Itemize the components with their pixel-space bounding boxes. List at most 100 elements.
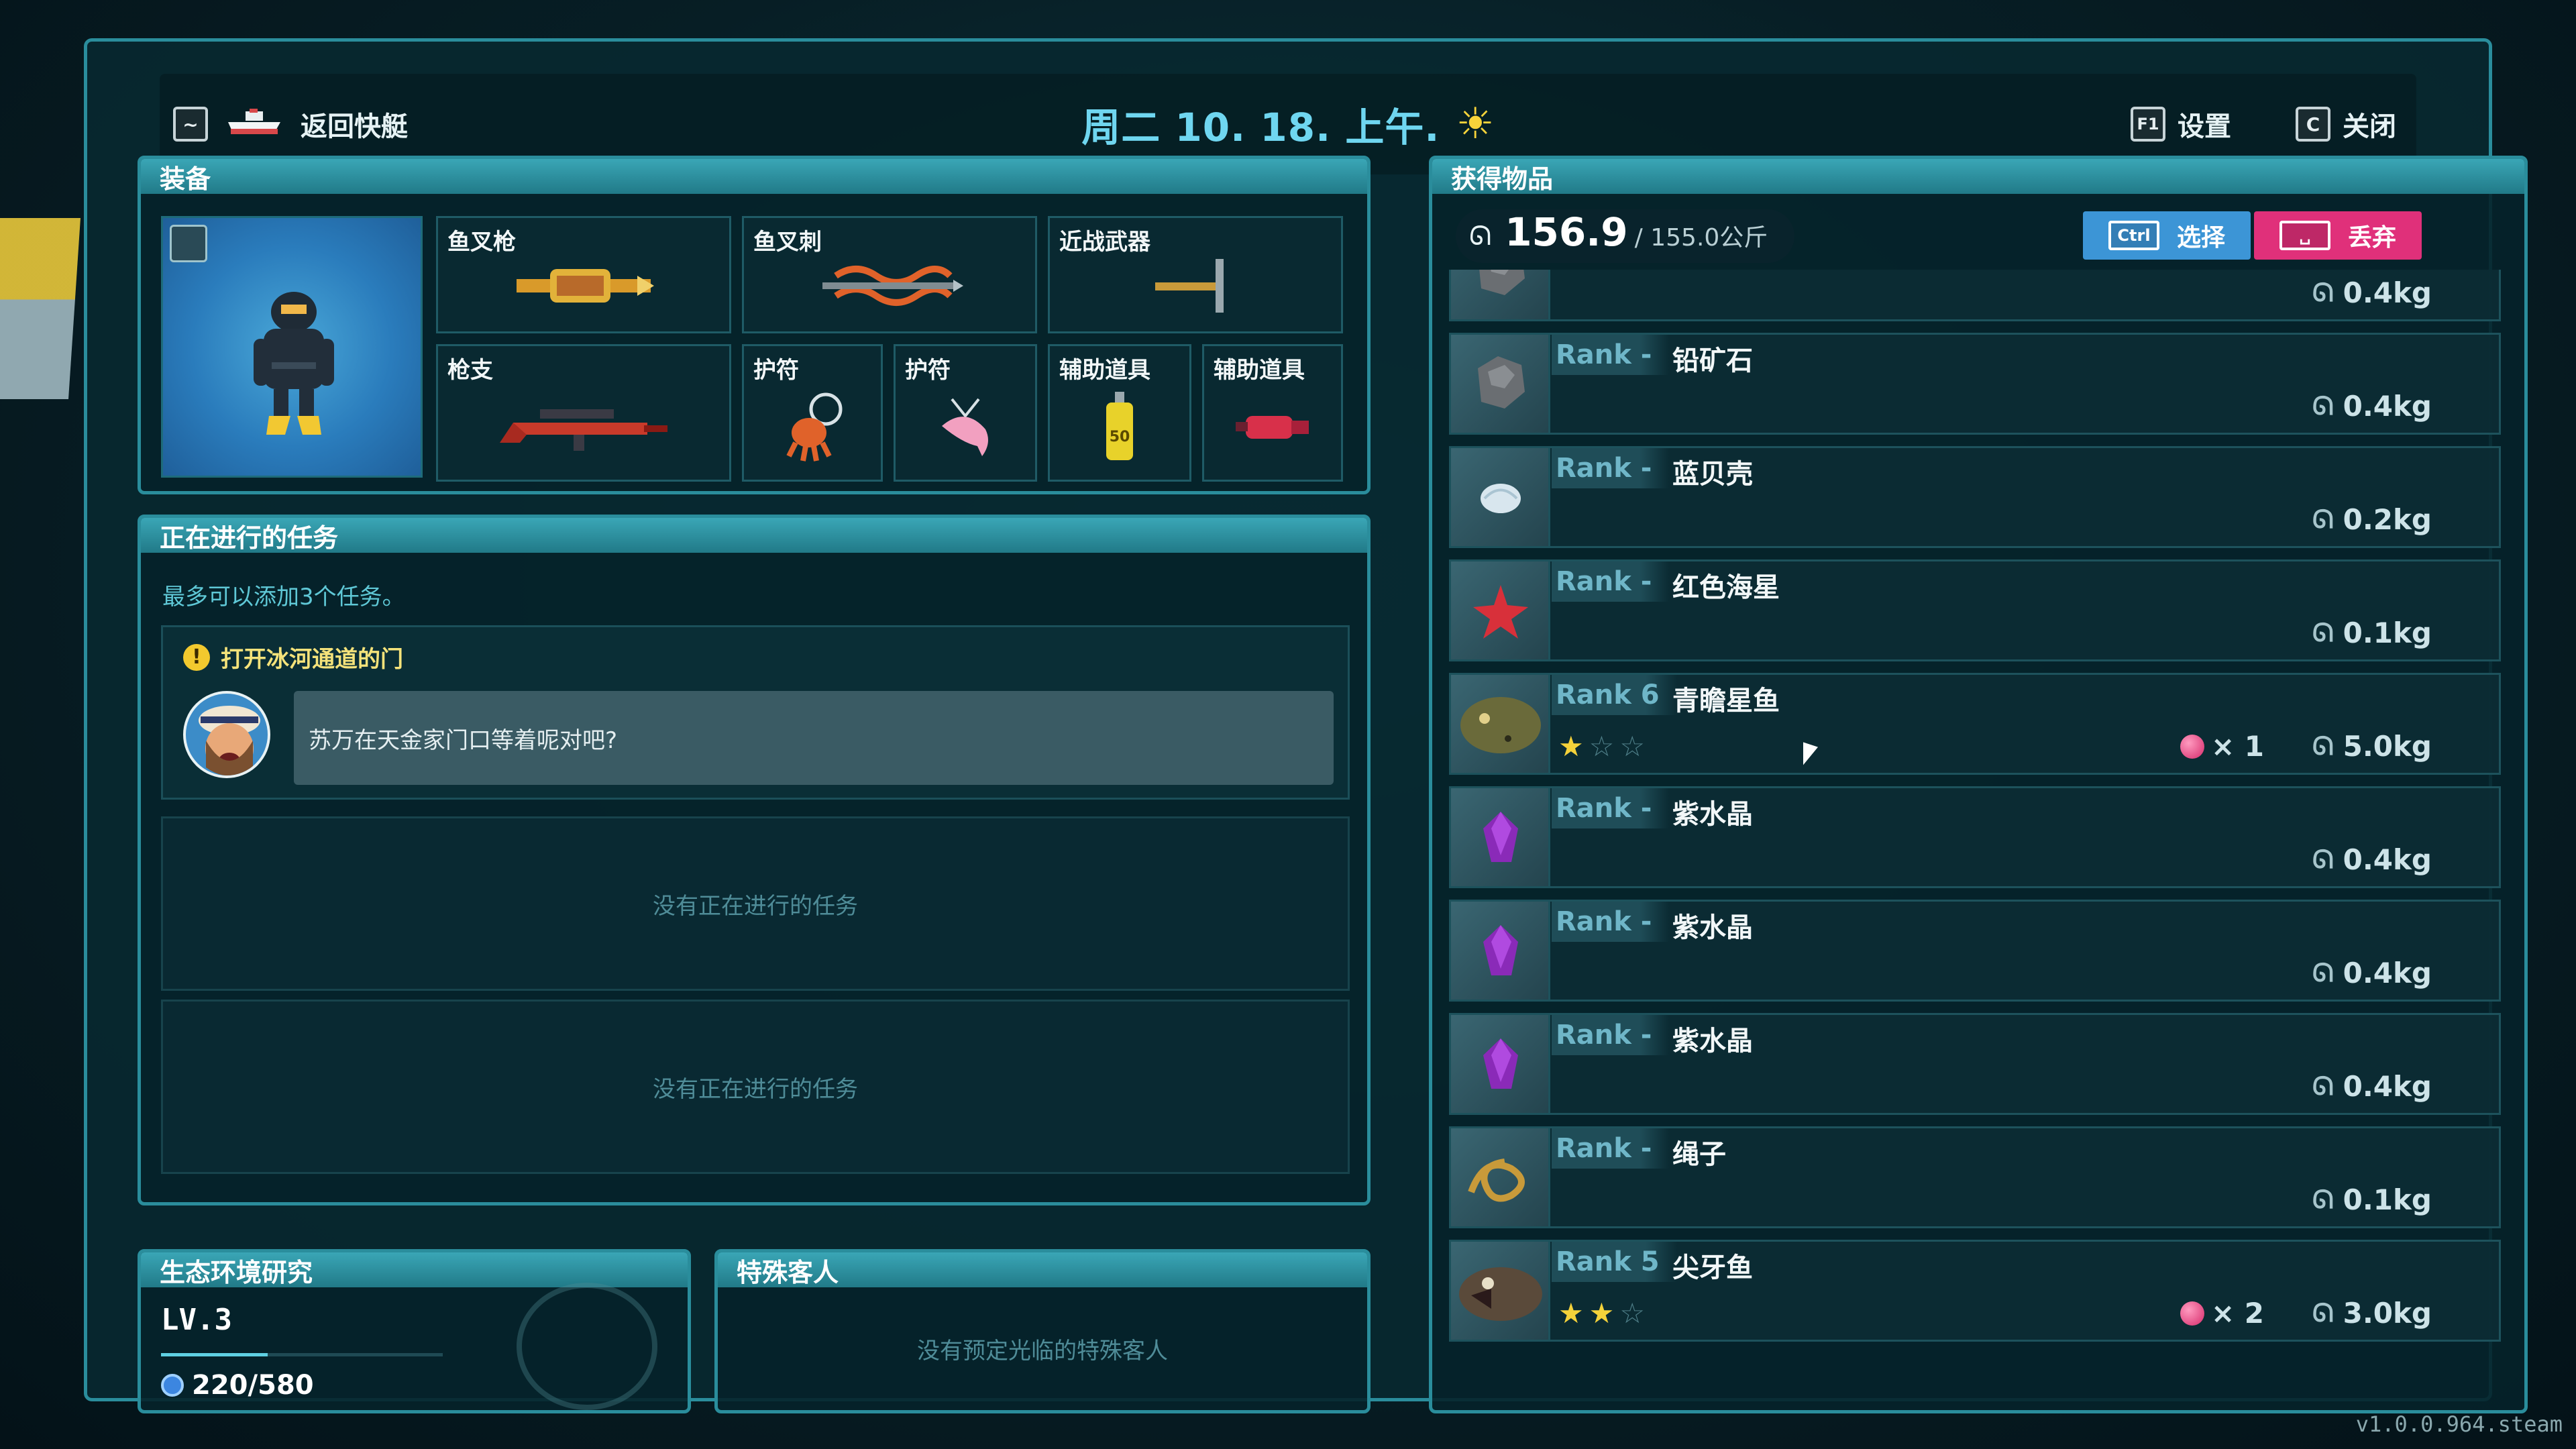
shell-icon (1451, 448, 1550, 546)
empty-mission-slot: 没有正在进行的任务 (161, 816, 1350, 991)
ore-icon (1451, 270, 1550, 319)
offscreen-card-edge (0, 218, 80, 399)
item-name: 铅矿石 (1672, 345, 1753, 376)
current-weight: 156.9 (1505, 209, 1628, 255)
item-weight-value: 0.4kg (2343, 390, 2432, 423)
select-button[interactable]: Ctrl 选择 (2083, 211, 2251, 260)
item-row[interactable]: Rank - 绳子 ᘏ 0.1kg (1449, 1126, 2501, 1228)
item-name: 红色海星 (1672, 572, 1780, 603)
weight-icon: ᘏ (2312, 278, 2334, 307)
weight-icon: ᘏ (2312, 391, 2334, 421)
pearl-icon (2180, 734, 2204, 759)
slot-label: 枪支 (447, 357, 493, 384)
settings-button[interactable]: 设置 (2178, 105, 2231, 144)
item-row[interactable]: Rank - 紫水晶 ᘏ 0.4kg (1449, 900, 2501, 1002)
eco-xp: 220/580 (161, 1370, 314, 1401)
slot-charm-1[interactable]: 护符 (742, 344, 883, 482)
item-row[interactable]: Rank 5 尖牙鱼 ★ ★ ☆ × 2 ᘏ 3.0kg (1449, 1240, 2501, 1342)
missions-title: 正在进行的任务 (141, 518, 1367, 553)
svg-text:50: 50 (1110, 429, 1130, 445)
mission-title-text: 打开冰河通道的门 (221, 646, 403, 673)
item-weight: ᘏ 0.4kg (2312, 390, 2432, 423)
harpoon-spike-icon (822, 266, 963, 307)
eco-progress-fill (161, 1353, 268, 1356)
amethyst-icon (1451, 1015, 1550, 1113)
mouse-cursor (1803, 742, 1818, 770)
date-time: 周二 10. 18. 上午. (1081, 105, 1440, 150)
item-list[interactable]: Rank -铅矿石ᘏ0.4kgRank -铅矿石ᘏ0.4kgRank -蓝贝壳ᘏ… (1449, 270, 2502, 1410)
item-weight-value: 0.4kg (2343, 276, 2432, 309)
star-empty-icon: ☆ (1589, 730, 1615, 763)
rifle-icon (500, 409, 667, 451)
amethyst-icon (1451, 902, 1550, 1000)
close-button[interactable]: 关闭 (2343, 105, 2396, 144)
item-row[interactable]: Rank -铅矿石ᘏ0.4kg (1449, 270, 2501, 321)
star-filled-icon: ★ (1558, 1297, 1584, 1330)
alert-icon: ! (183, 643, 210, 671)
item-weight-value: 3.0kg (2343, 1297, 2432, 1330)
item-weight-value: 0.2kg (2343, 503, 2432, 536)
item-name: 蓝贝壳 (1672, 459, 1753, 490)
slot-label: 鱼叉枪 (447, 229, 516, 256)
npc-avatar (183, 691, 270, 778)
starfish-icon (1451, 561, 1550, 659)
fish-icon (1451, 675, 1550, 773)
item-weight-value: 5.0kg (2343, 730, 2432, 763)
weight-icon: ᘏ (1469, 221, 1492, 252)
eco-level: LV.3 (161, 1303, 232, 1337)
item-pearls: × 1 (2180, 730, 2264, 763)
item-name: 青瞻星鱼 (1672, 686, 1780, 716)
slot-label: 近战武器 (1059, 229, 1150, 256)
item-rank: Rank - (1552, 1128, 1670, 1169)
slot-charm-2[interactable]: 护符 (894, 344, 1037, 482)
weight-icon: ᘏ (2312, 845, 2334, 874)
tag-icon (170, 225, 207, 262)
equipment-title: 装备 (141, 159, 1367, 194)
items-title: 获得物品 (1432, 159, 2524, 194)
slot-label: 鱼叉刺 (753, 229, 822, 256)
select-key: Ctrl (2108, 221, 2159, 250)
item-weight: ᘏ 3.0kg (2312, 1297, 2432, 1330)
weight-icon: ᘏ (2312, 958, 2334, 987)
item-row[interactable]: Rank - 紫水晶 ᘏ 0.4kg (1449, 1013, 2501, 1115)
item-row[interactable]: Rank - 蓝贝壳 ᘏ 0.2kg (1449, 446, 2501, 548)
item-name: 紫水晶 (1672, 1026, 1753, 1057)
character-portrait[interactable] (161, 216, 423, 478)
item-weight-value: 0.4kg (2343, 1070, 2432, 1103)
item-pearls: × 2 (2180, 1297, 2264, 1330)
weight-capacity: / 155.0公斤 (1634, 224, 1768, 252)
eco-research-title: 生态环境研究 (141, 1252, 688, 1287)
slot-tool-1[interactable]: 辅助道具 50 (1048, 344, 1191, 482)
slot-harpoon-spike[interactable]: 鱼叉刺 (742, 216, 1037, 333)
slot-harpoon-gun[interactable]: 鱼叉枪 (436, 216, 731, 333)
version-label: v1.0.0.964.steam (2355, 1411, 2563, 1437)
item-weight: ᘏ 0.2kg (2312, 503, 2432, 536)
item-name: 尖牙鱼 (1672, 1252, 1753, 1283)
special-guests-section: 特殊客人 没有预定光临的特殊客人 (714, 1249, 1371, 1413)
slot-label: 护符 (753, 357, 799, 384)
slot-gun[interactable]: 枪支 (436, 344, 731, 482)
inventory-panel: ~ 返回快艇 周二 10. 18. 上午. ☀ F1 设置 C 关闭 装备 鱼叉… (84, 38, 2528, 1413)
slot-tool-2[interactable]: 辅助道具 (1202, 344, 1343, 482)
slot-label: 辅助道具 (1214, 357, 1305, 384)
weight-icon: ᘏ (2312, 504, 2334, 534)
item-row[interactable]: Rank 6 青瞻星鱼 ★ ☆ ☆ × 1 ᘏ 5.0kg (1449, 673, 2501, 775)
mission-title: ! 打开冰河通道的门 (183, 641, 403, 674)
item-rank: Rank - (1552, 902, 1670, 942)
close-key[interactable]: C (2296, 107, 2330, 142)
weight-icon: ᘏ (2312, 1185, 2334, 1214)
item-weight: ᘏ 5.0kg (2312, 730, 2432, 763)
active-mission-card[interactable]: ! 打开冰河通道的门 苏万在天金家门口等着呢对吧? (161, 625, 1350, 800)
eco-emblem-icon (517, 1283, 657, 1410)
item-row[interactable]: Rank - 紫水晶 ᘏ 0.4kg (1449, 786, 2501, 888)
settings-key[interactable]: F1 (2131, 107, 2165, 142)
item-weight: ᘏ 0.1kg (2312, 616, 2432, 649)
drop-button[interactable]: ␣ 丢弃 (2254, 211, 2422, 260)
item-weight: ᘏ 0.4kg (2312, 957, 2432, 989)
eco-research-section[interactable]: 生态环境研究 LV.3 220/580 (138, 1249, 691, 1413)
item-weight: ᘏ 0.4kg (2312, 843, 2432, 876)
weight-icon: ᘏ (2312, 1298, 2334, 1328)
item-row[interactable]: Rank -铅矿石ᘏ0.4kg (1449, 333, 2501, 435)
item-row[interactable]: Rank - 红色海星 ᘏ 0.1kg (1449, 559, 2501, 661)
slot-melee[interactable]: 近战武器 (1048, 216, 1343, 333)
